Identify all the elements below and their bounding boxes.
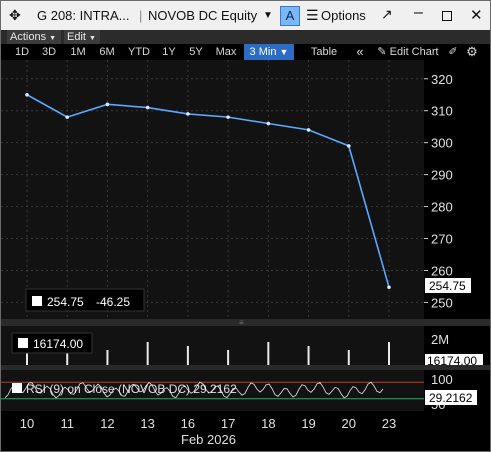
options-label[interactable]: Options xyxy=(321,8,366,23)
x-tick-label: 16 xyxy=(181,416,195,431)
range-max[interactable]: Max xyxy=(211,44,241,60)
pencil-icon: ✎ xyxy=(377,46,387,58)
price-tick-label: 300 xyxy=(431,136,453,151)
price-point xyxy=(25,92,29,97)
rsi-axis-100: 100 xyxy=(431,372,453,387)
edit-chevron-icon: ▼ xyxy=(89,35,96,42)
x-tick-label: 19 xyxy=(301,416,315,431)
x-tick-label: 12 xyxy=(100,416,114,431)
price-point xyxy=(105,102,110,107)
move-icon[interactable]: ✥ xyxy=(9,7,21,24)
price-tick-label: 260 xyxy=(431,263,453,278)
volume-axis-label: 2M xyxy=(431,332,449,347)
x-tick-label: 20 xyxy=(342,416,356,431)
minimize-icon[interactable]: – xyxy=(414,4,423,22)
price-point xyxy=(387,285,391,290)
range-1y[interactable]: 1Y xyxy=(157,44,181,60)
volume-bar xyxy=(388,342,390,365)
price-tick-label: 310 xyxy=(431,104,453,119)
splitter-handle-icon[interactable]: ≡ xyxy=(239,318,244,327)
rsi-last-label: 29.2162 xyxy=(429,391,473,405)
separator-icon: | xyxy=(139,8,143,23)
price-legend-value: 254.75 xyxy=(47,295,84,309)
menu-row: Actions ▼ Edit ▼ xyxy=(1,30,490,44)
range-5y[interactable]: 5Y xyxy=(184,44,208,60)
range-6m[interactable]: 6M xyxy=(94,44,120,60)
a-badge[interactable]: A xyxy=(280,6,300,26)
price-axis: 320 310 300 290 280 270 260 250 xyxy=(424,72,453,310)
panel-splitter-1[interactable] xyxy=(1,319,490,326)
close-icon[interactable]: ✕ xyxy=(470,6,483,24)
x-tick-label: 13 xyxy=(140,416,154,431)
maximize-icon[interactable] xyxy=(442,11,452,21)
x-axis-month-label: Feb 2026 xyxy=(181,432,236,447)
price-point xyxy=(145,105,150,110)
price-last-label: 254.75 xyxy=(429,279,466,293)
volume-bar xyxy=(146,342,149,365)
annotate-icon[interactable]: ✐ xyxy=(445,44,461,60)
menu-icon[interactable]: ☰ xyxy=(306,7,319,24)
interval-dropdown[interactable]: 3 Min ▼ xyxy=(244,44,294,60)
dropdown-icon[interactable]: ▼ xyxy=(263,10,273,21)
edit-chart-button[interactable]: ✎ Edit Chart xyxy=(373,44,443,60)
table-button[interactable]: Table xyxy=(304,44,344,60)
security-name[interactable]: NOVOB DC Equity xyxy=(148,8,257,23)
volume-legend-swatch xyxy=(18,338,28,348)
volume-bar xyxy=(267,342,270,365)
volume-bar xyxy=(347,350,350,365)
interval-label: 3 Min xyxy=(249,46,277,58)
edit-menu[interactable]: Edit ▼ xyxy=(64,30,100,44)
x-axis: 10 11 12 13 16 17 18 19 20 23 xyxy=(20,416,396,431)
price-tick-label: 320 xyxy=(431,72,453,87)
price-point xyxy=(186,112,190,116)
volume-bar xyxy=(186,346,189,365)
x-tick-label: 10 xyxy=(20,416,34,431)
price-tick-label: 280 xyxy=(431,200,453,215)
chart-window: ✥ G 208: INTRA... | NOVOB DC Equity ▼ A … xyxy=(0,0,491,452)
price-legend-change: -46.25 xyxy=(96,295,130,309)
price-tick-label: 290 xyxy=(431,168,453,183)
actions-label: Actions xyxy=(10,31,47,43)
range-ytd[interactable]: YTD xyxy=(124,44,154,60)
x-tick-label: 18 xyxy=(261,416,275,431)
range-1m[interactable]: 1M xyxy=(65,44,91,60)
price-point xyxy=(65,115,70,119)
rsi-legend-swatch xyxy=(12,383,22,393)
panel-splitter-2[interactable] xyxy=(1,365,490,370)
actions-chevron-icon: ▼ xyxy=(49,35,57,42)
collapse-icon[interactable]: « xyxy=(351,44,369,60)
range-3d[interactable]: 3D xyxy=(37,44,61,60)
price-tick-label: 250 xyxy=(431,295,453,310)
volume-bar xyxy=(307,346,310,365)
price-legend-swatch xyxy=(32,296,42,306)
price-point xyxy=(306,128,311,132)
edit-label: Edit xyxy=(67,31,86,43)
price-point xyxy=(346,144,351,148)
interval-chevron-icon: ▼ xyxy=(279,47,289,57)
volume-bar xyxy=(106,350,109,365)
window-title: G 208: INTRA... xyxy=(37,8,130,23)
price-point xyxy=(226,115,230,119)
volume-bar xyxy=(227,350,230,365)
x-tick-label: 11 xyxy=(60,416,74,431)
popout-icon[interactable]: ↗ xyxy=(381,6,393,23)
rsi-legend-text: RSI (9) on Close (NOVOB DC) 29.2162 xyxy=(26,382,237,396)
title-bar: ✥ G 208: INTRA... | NOVOB DC Equity ▼ A … xyxy=(1,1,490,31)
edit-chart-label: Edit Chart xyxy=(389,46,439,58)
settings-gear-icon[interactable]: ⚙ xyxy=(463,44,481,60)
x-tick-label: 23 xyxy=(382,416,396,431)
volume-legend-value: 16174.00 xyxy=(33,337,83,351)
actions-menu[interactable]: Actions ▼ xyxy=(7,30,61,44)
price-tick-label: 270 xyxy=(431,232,453,247)
price-point xyxy=(266,121,271,126)
chart-canvas[interactable]: 320 310 300 290 280 270 260 250 254.75 -46.25 2… xyxy=(1,60,490,451)
x-tick-label: 17 xyxy=(221,416,235,431)
toolbar: 1D 3D 1M 6M YTD 1Y 5Y Max 3 Min ▼ Table … xyxy=(1,44,490,60)
range-1d[interactable]: 1D xyxy=(10,44,34,60)
